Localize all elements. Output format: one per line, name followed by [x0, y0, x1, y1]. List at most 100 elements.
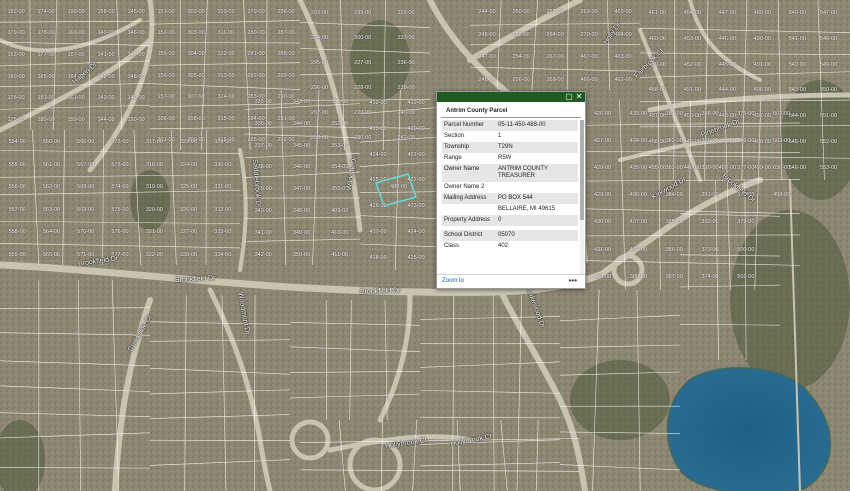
- attribute-value: ANTRIM COUNTY TREASURER: [496, 164, 578, 182]
- parcel-label: 569-00: [77, 206, 95, 213]
- parcel-label: 489-00: [753, 10, 771, 17]
- parcel-label: 342-00: [254, 251, 272, 258]
- parcel-label: 498-00: [753, 138, 771, 145]
- parcel-label: 497-00: [753, 113, 771, 120]
- parcel-info-popup[interactable]: ▢ ✕ Antrim County Parcel Parcel Number 05…: [436, 91, 586, 289]
- parcel-label: 181-00: [37, 95, 55, 102]
- parcel-label: 488-00: [718, 164, 736, 171]
- parcel-label: 242-00: [397, 135, 415, 141]
- parcel-label: 279-00: [247, 8, 265, 15]
- parcel-label: 330-00: [214, 161, 232, 168]
- attribute-value: BELLAIRE, MI 49615: [496, 204, 578, 215]
- scrollbar-thumb[interactable]: [580, 120, 584, 220]
- parcel-label: 281-00: [247, 51, 265, 58]
- parcel-label: 572-00: [111, 139, 129, 145]
- parcel-label: 230-00: [354, 135, 372, 141]
- parcel-label: 425-00: [407, 254, 425, 261]
- parcel-label: 180-00: [7, 73, 25, 80]
- parcel-label: 548-00: [820, 36, 838, 42]
- close-icon[interactable]: ✕: [575, 93, 583, 101]
- parcel-label: 295-00: [310, 60, 328, 66]
- parcel-label: 267-00: [546, 54, 564, 60]
- parcel-label: 269-00: [580, 9, 598, 15]
- parcel-label: 305-00: [187, 72, 205, 79]
- parcel-label: 308-00: [187, 115, 205, 122]
- attribute-key: School District: [442, 230, 496, 241]
- parcel-label: 190-00: [67, 8, 85, 15]
- popup-titlebar: ▢ ✕: [437, 92, 585, 102]
- selected-parcel-label: 488-00: [390, 184, 408, 190]
- parcel-label: 144-00: [97, 117, 115, 123]
- parcel-label: 337-00: [254, 142, 272, 149]
- parcel-label: 175-00: [7, 117, 25, 123]
- parcel-label: 565-00: [42, 251, 60, 258]
- parcel-label: 491-00: [753, 61, 771, 68]
- parcel-label: 445-00: [718, 61, 736, 68]
- parcel-label: 287-00: [277, 30, 295, 36]
- attribute-key: Class: [442, 241, 496, 252]
- attribute-row: Township T29N: [442, 142, 578, 153]
- parcel-label: 314-00: [217, 94, 235, 101]
- parcel-label: 141-00: [97, 52, 115, 58]
- parcel-label: 460-00: [648, 36, 666, 42]
- parcel-label: 450-00: [683, 113, 701, 120]
- parcel-label: 561-00: [42, 161, 60, 168]
- parcel-label: 344-00: [292, 120, 311, 127]
- parcel-label: 559-00: [8, 251, 26, 258]
- attribute-value: 0: [496, 215, 578, 226]
- parcel-label: 167-00: [67, 52, 85, 58]
- parcel-label: 348-00: [292, 208, 311, 215]
- parcel-label: 306-00: [157, 115, 175, 122]
- parcel-label: 333-00: [214, 229, 232, 235]
- parcel-label: 256-00: [512, 76, 530, 83]
- parcel-label: 332-00: [214, 206, 232, 213]
- parcel-label: 319-00: [145, 184, 163, 190]
- more-options-button[interactable]: •••: [569, 276, 577, 285]
- popup-attribute-list: Parcel Number 05-11-450-488-00 Section 1 Tow…: [442, 120, 579, 274]
- attribute-row: Owner Name ANTRIM COUNTY TREASURER: [442, 164, 578, 182]
- parcel-label: 233-00: [397, 35, 415, 41]
- attribute-row: Parcel Number 05-11-450-488-00: [442, 120, 578, 131]
- parcel-label: 564-00: [42, 229, 60, 235]
- parcel-label: 451-00: [683, 87, 701, 94]
- attribute-key: [442, 204, 496, 215]
- parcel-label: 456-00: [648, 138, 666, 145]
- parcel-label: 300-00: [354, 35, 372, 41]
- parcel-label: 557-00: [8, 206, 26, 213]
- attribute-value: [496, 182, 578, 193]
- parcel-label: 391-00: [701, 192, 719, 199]
- parcel-label: 373-00: [701, 246, 719, 253]
- parcel-label: 431-00: [593, 246, 612, 253]
- parcel-label: 433-00: [629, 110, 647, 117]
- parcel-label: 409-00: [331, 208, 349, 215]
- parcel-label: 541-00: [788, 36, 806, 42]
- parcel-label: 435-00: [629, 165, 647, 172]
- popup-scrollbar[interactable]: [580, 120, 584, 274]
- parcel-label: 463-00: [614, 54, 632, 60]
- parcel-label: 571-00: [77, 251, 95, 258]
- parcel-label: 347-00: [292, 186, 311, 193]
- parcel-label: 176-00: [7, 95, 25, 102]
- parcel-label: 182-00: [7, 8, 25, 15]
- popup-footer: Zoom to •••: [437, 274, 585, 288]
- parcel-label: 375-00: [737, 110, 755, 117]
- maximize-icon[interactable]: ▢: [565, 93, 573, 101]
- parcel-label: 317-00: [145, 139, 163, 145]
- parcel-label: 323-00: [180, 139, 198, 145]
- parcel-label: 547-00: [820, 10, 838, 17]
- parcel-label: 563-00: [42, 206, 60, 213]
- parcel-label: 288-00: [277, 51, 295, 58]
- parcel-label: 142-00: [97, 73, 115, 80]
- parcel-label: 555-00: [8, 161, 26, 168]
- parcel-label: 315-00: [217, 115, 235, 122]
- parcel-label: 297-00: [310, 110, 328, 116]
- aerial-map[interactable]: 182-00 179-00 163-00 180-00 176-00 175-00 174-…: [0, 0, 850, 491]
- parcel-label: 322-00: [145, 251, 163, 258]
- zoom-to-link[interactable]: Zoom to: [442, 278, 464, 284]
- parcel-label: 254-00: [512, 54, 530, 60]
- parcel-label: 438-00: [629, 246, 647, 253]
- parcel-label: 252-00: [512, 31, 530, 38]
- parcel-label: 246-00: [478, 31, 496, 38]
- parcel-label: 385-00: [665, 219, 683, 226]
- parcel-label: 556-00: [8, 184, 26, 190]
